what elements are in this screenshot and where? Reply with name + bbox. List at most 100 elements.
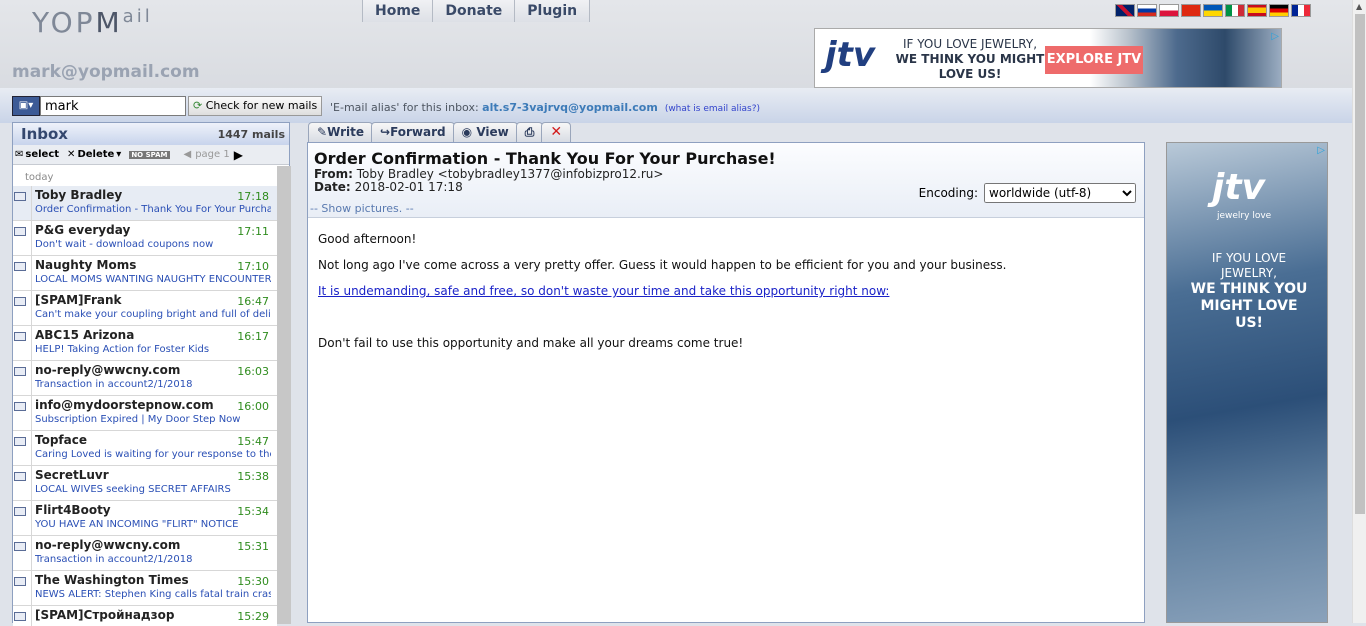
ad-explore-button[interactable]: EXPLORE JTV — [1045, 46, 1143, 74]
prev-page-icon[interactable]: ◀ — [184, 149, 192, 160]
envelope-icon[interactable] — [14, 437, 26, 446]
delete-icon: ✕ — [67, 149, 76, 160]
scrollbar-thumb[interactable] — [1355, 14, 1365, 514]
mail-time: 15:29 — [237, 610, 269, 623]
delete-button[interactable]: ✕ Delete ▾ — [67, 149, 121, 160]
encoding-select[interactable]: worldwide (utf-8) — [984, 183, 1136, 203]
next-page-icon[interactable]: ▶ — [234, 148, 243, 162]
current-email: mark@yopmail.com — [12, 62, 200, 82]
mail-row[interactable]: SecretLuvr 15:38 LOCAL WIVES seeking SECRE… — [13, 466, 277, 501]
yopmail-logo[interactable]: YOPMail — [32, 6, 153, 39]
envelope-icon[interactable] — [14, 297, 26, 306]
envelope-icon[interactable] — [14, 227, 26, 236]
message-panel: Order Confirmation - Thank You For Your … — [307, 142, 1145, 623]
body-greeting: Good afternoon! — [318, 232, 417, 246]
mail-sender: [SPAM]Frank — [35, 293, 122, 307]
mail-row[interactable]: no-reply@wwcny.com 16:03 Transaction in ac… — [13, 361, 277, 396]
mail-subject: LOCAL WIVES seeking SECRET AFFAIRS — [35, 484, 231, 495]
row-divider — [31, 536, 32, 571]
envelope-icon[interactable] — [14, 332, 26, 341]
mail-subject: Order Confirmation - Thank You For Your … — [35, 204, 271, 215]
print-button[interactable]: ⎙ — [515, 122, 544, 142]
flag-ua-icon[interactable] — [1203, 4, 1223, 17]
row-divider — [31, 396, 32, 431]
show-pictures-link[interactable]: -- Show pictures. -- — [310, 202, 414, 215]
flag-cn-icon[interactable] — [1181, 4, 1201, 17]
alias-help-link[interactable]: (what is email alias?) — [665, 104, 760, 114]
check-mails-button[interactable]: ⟳ Check for new mails — [188, 96, 323, 116]
scroll-up-icon[interactable]: ▲ — [1356, 2, 1362, 11]
mail-row[interactable]: The Washington Times 15:30 NEWS ALERT: Ste… — [13, 571, 277, 606]
mail-toolbar: ✎Write ↪Forward ◉ View ⎙ ✕ — [308, 122, 572, 142]
nav-home[interactable]: Home — [362, 0, 433, 22]
row-divider — [31, 186, 32, 221]
mail-list-scrollbar[interactable] — [277, 166, 291, 624]
no-spam-button[interactable]: NO SPAM — [129, 150, 170, 159]
envelope-icon[interactable] — [14, 542, 26, 551]
alias-value: alt.s7-3vajrvq@yopmail.com — [482, 101, 658, 114]
envelope-icon[interactable] — [14, 507, 26, 516]
mail-row[interactable]: Naughty Moms 17:10 LOCAL MOMS WANTING NAUG… — [13, 256, 277, 291]
side-ad-sub: jewelry love — [1217, 211, 1272, 221]
mail-time: 16:03 — [237, 365, 269, 378]
row-divider — [31, 361, 32, 396]
flag-de-icon[interactable] — [1269, 4, 1289, 17]
row-divider — [31, 606, 32, 626]
page-scrollbar[interactable]: ▲ — [1352, 0, 1366, 623]
nav-donate[interactable]: Donate — [432, 0, 515, 22]
row-divider — [31, 256, 32, 291]
row-divider — [31, 501, 32, 536]
select-button[interactable]: ✉ select — [15, 149, 59, 160]
message-subject: Order Confirmation - Thank You For Your … — [314, 149, 776, 168]
view-button[interactable]: ◉ View — [452, 122, 518, 142]
envelope-icon[interactable] — [14, 402, 26, 411]
flag-uk-icon[interactable] — [1115, 4, 1135, 17]
envelope-icon[interactable] — [14, 367, 26, 376]
forward-button[interactable]: ↪Forward — [371, 122, 455, 142]
side-banner-ad[interactable]: jtv jewelry love IF YOU LOVE JEWELRY, WE… — [1166, 142, 1328, 623]
write-button[interactable]: ✎Write — [308, 122, 373, 142]
envelope-icon[interactable] — [14, 192, 26, 201]
envelope-icon[interactable] — [14, 577, 26, 586]
row-divider — [31, 326, 32, 361]
envelope-icon[interactable] — [14, 472, 26, 481]
login-input[interactable] — [40, 96, 186, 116]
mail-row[interactable]: [SPAM]Frank 16:47 Can't make your coupling… — [13, 291, 277, 326]
mail-subject: Transaction in account2/1/2018 — [35, 379, 193, 390]
body-link[interactable]: It is undemanding, safe and free, so don… — [318, 284, 889, 298]
row-divider — [31, 291, 32, 326]
mail-sender: SecretLuvr — [35, 468, 109, 482]
envelope-icon[interactable] — [14, 612, 26, 621]
mail-row[interactable]: info@mydoorstepnow.com 16:00 Subscription … — [13, 396, 277, 431]
page-label: page 1 — [195, 149, 230, 160]
mail-sender: info@mydoorstepnow.com — [35, 398, 214, 412]
mail-row[interactable]: no-reply@wwcny.com 15:31 Transaction in ac… — [13, 536, 277, 571]
yopmail-menu-icon[interactable]: ▣▾ — [12, 96, 40, 116]
delete-mail-button[interactable]: ✕ — [541, 122, 572, 142]
mail-row[interactable]: Topface 15:47 Caring Loved is waiting for … — [13, 431, 277, 466]
flag-ru-icon[interactable] — [1137, 4, 1157, 17]
inbox-toolbar: ✉ select ✕ Delete ▾ NO SPAM ◀ page 1 ▶ — [13, 145, 289, 165]
envelope-icon[interactable] — [14, 262, 26, 271]
mail-sender: Naughty Moms — [35, 258, 137, 272]
flag-it-icon[interactable] — [1225, 4, 1245, 17]
inbox-title: Inbox — [21, 125, 68, 143]
message-header: Order Confirmation - Thank You For Your … — [308, 143, 1144, 218]
refresh-icon: ⟳ — [193, 99, 203, 112]
mail-count: 1447 mails — [217, 127, 285, 141]
flag-fr-icon[interactable] — [1291, 4, 1311, 17]
mail-row[interactable]: Toby Bradley 17:18 Order Confirmation - Th… — [13, 186, 277, 221]
mail-row[interactable]: [SPAM]Стройнадзор 15:29 — [13, 606, 277, 626]
body-closing: Don't fail to use this opportunity and m… — [318, 336, 744, 350]
mail-row[interactable]: ABC15 Arizona 16:17 HELP! Taking Action fo… — [13, 326, 277, 361]
mail-row[interactable]: P&G everyday 17:11 Don't wait - download c… — [13, 221, 277, 256]
top-banner-ad[interactable]: jtv IF YOU LOVE JEWELRY, WE THINK YOU MI… — [814, 28, 1282, 88]
forward-icon: ↪ — [380, 125, 391, 139]
flag-es-icon[interactable] — [1247, 4, 1267, 17]
message-body: Good afternoon! Not long ago I've come a… — [308, 218, 1144, 376]
adchoices-icon[interactable]: ▷ — [1317, 145, 1325, 156]
mail-row[interactable]: Flirt4Booty 15:34 YOU HAVE AN INCOMING "FL… — [13, 501, 277, 536]
nav-plugin[interactable]: Plugin — [514, 0, 591, 22]
adchoices-icon[interactable]: ▷ — [1271, 31, 1279, 42]
flag-pl-icon[interactable] — [1159, 4, 1179, 17]
